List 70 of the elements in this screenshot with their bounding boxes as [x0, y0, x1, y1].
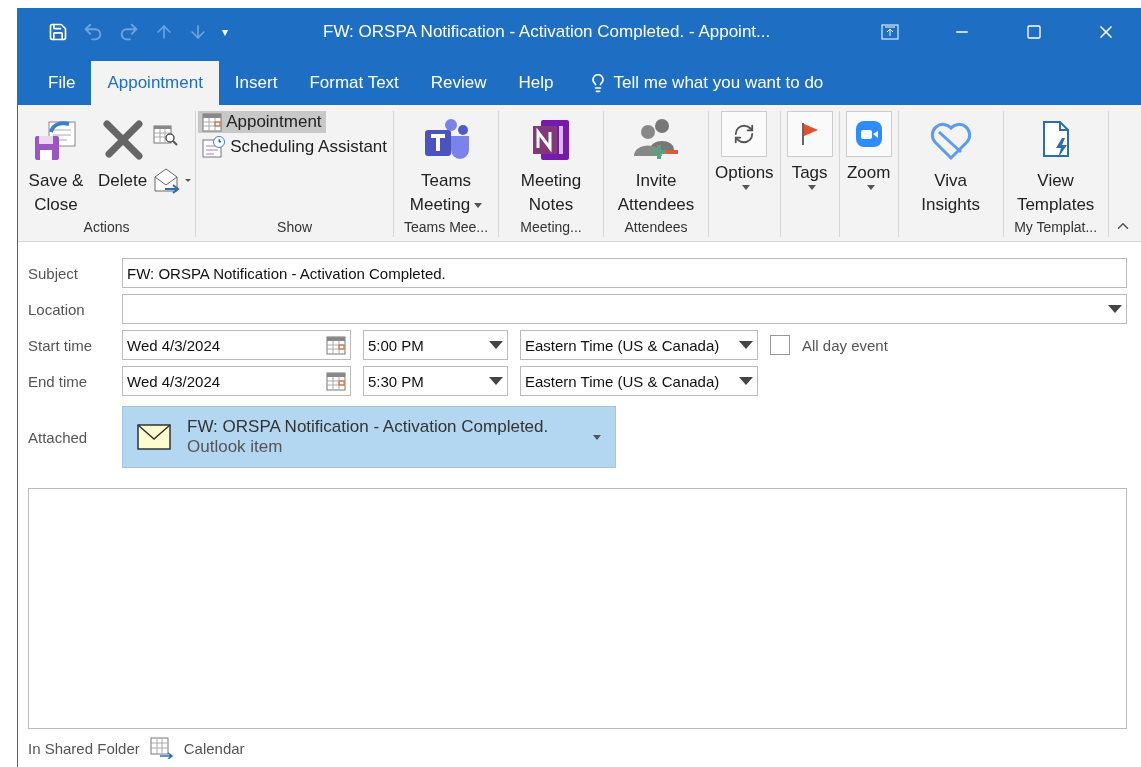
caret-icon[interactable]: [742, 184, 751, 190]
notebook-icon: [531, 117, 572, 162]
time-dropdown[interactable]: 5:00 PM: [363, 330, 508, 360]
delete-icon: [100, 117, 145, 162]
group-label: Meeting...: [519, 219, 583, 237]
ribbon-tab[interactable]: Format Text: [293, 60, 415, 105]
calendar-icon: [326, 371, 346, 391]
envelope-icon: [137, 424, 171, 450]
attachment-item[interactable]: FW: ORSPA Notification - Activation Completed. Outlook item: [122, 406, 616, 468]
dropdown-arrow-icon[interactable]: [1108, 305, 1122, 313]
caret-icon[interactable]: [807, 184, 816, 190]
field-label: Attached: [28, 428, 89, 446]
field-label: Start time: [28, 336, 94, 354]
shared-calendar-icon: [149, 737, 174, 759]
ribbon-button[interactable]: Options: [711, 110, 778, 190]
footer-label: In Shared Folder: [28, 739, 140, 757]
date-field[interactable]: Wed 4/3/2024: [122, 366, 351, 396]
ribbon-tab[interactable]: Help: [502, 60, 570, 105]
caret-icon[interactable]: [866, 184, 875, 190]
ribbon-button[interactable]: View Templates: [1005, 110, 1106, 217]
group-label: Show: [276, 219, 314, 237]
calendar-icon: [202, 111, 223, 132]
ribbon-tab[interactable]: Appointment: [91, 60, 219, 105]
ribbon-tab[interactable]: Insert: [218, 60, 294, 105]
window-title: FW: ORSPA Notification - Activation Completed. - Appoint...: [323, 22, 772, 43]
customize-menu-button[interactable]: ▾: [222, 25, 228, 40]
date-field[interactable]: Wed 4/3/2024: [122, 330, 351, 360]
ribbon-button[interactable]: Invite Attendees: [606, 110, 707, 217]
all-day-checkbox[interactable]: [770, 335, 790, 355]
envelope-forward-icon[interactable]: [153, 166, 194, 195]
calendar-icon: [326, 335, 346, 355]
ribbon-button[interactable]: Scheduling Assistant: [198, 134, 392, 159]
folder-name: Calendar: [183, 739, 245, 757]
dropdown-arrow-icon[interactable]: [739, 341, 753, 349]
tell-me-field[interactable]: Tell me what you want to do: [569, 60, 824, 105]
caret-icon[interactable]: [474, 202, 483, 208]
save-icon[interactable]: [48, 22, 68, 43]
location-field[interactable]: [122, 294, 1127, 324]
video-camera-icon: [854, 119, 883, 148]
calendar-search-icon[interactable]: [153, 122, 180, 147]
ribbon-button[interactable]: Save & Close: [20, 110, 92, 217]
group-label: Teams Mee...: [403, 219, 490, 237]
ribbon-tab[interactable]: Review: [414, 60, 503, 105]
field-label: Subject: [28, 264, 80, 282]
timezone-dropdown[interactable]: Eastern Time (US & Canada): [520, 366, 758, 396]
attachment-title: FW: ORSPA Notification - Activation Completed.: [187, 417, 550, 437]
timezone-dropdown[interactable]: Eastern Time (US & Canada): [520, 330, 758, 360]
people-add-icon: [632, 117, 681, 162]
ribbon-button[interactable]: Teams Meeting: [396, 110, 497, 217]
group-label: My Templat...: [1013, 219, 1099, 237]
time-dropdown[interactable]: 5:30 PM: [363, 366, 508, 396]
dropdown-arrow-icon[interactable]: [739, 377, 753, 385]
teams-icon: [423, 117, 470, 162]
checkbox-label: All day event: [802, 336, 888, 354]
ribbon-button[interactable]: Viva Insights: [900, 110, 1001, 217]
ribbon-button[interactable]: Appointment: [198, 110, 326, 133]
attachment-type: Outlook item: [187, 437, 284, 457]
ribbon-button[interactable]: Delete: [94, 110, 152, 193]
calendar-clock-icon: [202, 135, 227, 158]
dropdown-arrow-icon[interactable]: [489, 377, 503, 385]
caret-icon[interactable]: [593, 434, 601, 440]
field-label: End time: [28, 372, 89, 390]
refresh-icon: [733, 122, 756, 145]
group-label: Actions: [82, 219, 131, 237]
subject-field[interactable]: FW: ORSPA Notification - Activation Completed.: [122, 258, 1127, 288]
group-label: Attendees: [623, 219, 689, 237]
dropdown-arrow-icon[interactable]: [489, 341, 503, 349]
field-label: Location: [28, 300, 86, 318]
ribbon-tab[interactable]: File: [32, 60, 92, 105]
ribbon-button[interactable]: Meeting Notes: [501, 110, 602, 217]
